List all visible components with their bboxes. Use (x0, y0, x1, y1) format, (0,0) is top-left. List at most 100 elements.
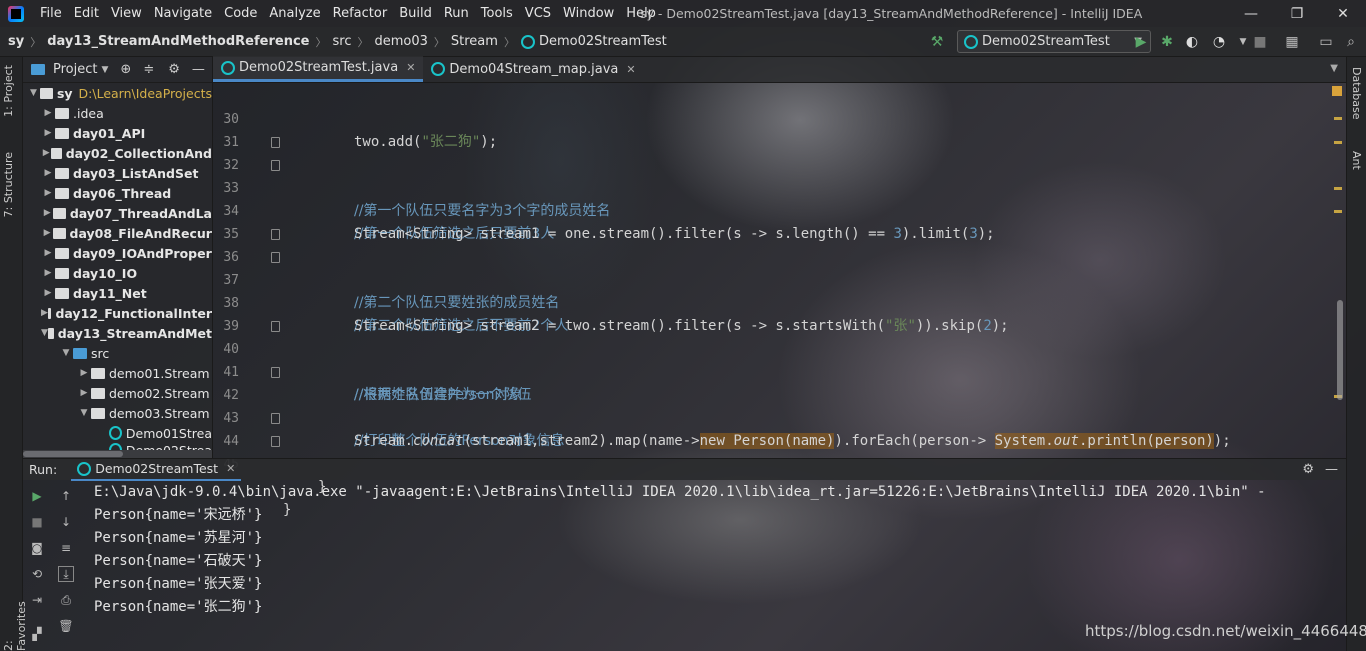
horizontal-scrollbar-thumb[interactable] (23, 451, 123, 457)
menu-run[interactable]: Run (438, 0, 475, 27)
menu-tools[interactable]: Tools (475, 0, 519, 27)
menu-view[interactable]: View (105, 0, 148, 27)
run-configuration-select[interactable]: Demo02StreamTest ▼ (957, 30, 1151, 53)
horizontal-scrollbar[interactable] (23, 450, 212, 458)
breadcrumb-src[interactable]: src (332, 34, 351, 49)
menu-code[interactable]: Code (218, 0, 263, 27)
tree-item[interactable]: ▶ day09_IOAndProper (23, 243, 212, 263)
chevron-down-icon[interactable]: ▼ (101, 65, 108, 75)
tree-item[interactable]: ▶ day07_ThreadAndLa (23, 203, 212, 223)
project-structure-icon[interactable]: ▦ (1283, 33, 1301, 51)
locate-icon[interactable]: ⊕ (120, 62, 131, 77)
collapse-all-icon[interactable]: ≑ (143, 62, 154, 77)
fold-marker-icon[interactable] (271, 436, 280, 447)
tree-item[interactable]: ▶ day06_Thread (23, 183, 212, 203)
tool-tab-project[interactable]: 1: Project (2, 65, 15, 117)
rerun-icon[interactable]: ▶ (29, 488, 45, 504)
search-icon[interactable]: ⌕ (1342, 33, 1360, 51)
restore-button[interactable]: ❐ (1274, 0, 1320, 27)
close-icon[interactable]: ✕ (406, 61, 415, 74)
menu-navigate[interactable]: Navigate (148, 0, 218, 27)
tree-item[interactable]: ▼ src (23, 343, 212, 363)
tree-item[interactable]: ▼ day13_StreamAndMet (23, 323, 212, 343)
error-stripe-mark[interactable] (1334, 187, 1342, 190)
print-icon[interactable]: ⎙ (58, 592, 74, 608)
tab-demo02streamtest[interactable]: Demo02StreamTest.java ✕ (213, 56, 424, 82)
up-arrow-icon[interactable]: ↑ (58, 488, 74, 504)
minimize-icon[interactable]: — (1325, 462, 1338, 477)
scroll-to-end-icon[interactable]: ⤓ (58, 566, 74, 582)
warning-indicator-icon[interactable] (1332, 86, 1342, 96)
menu-refactor[interactable]: Refactor (327, 0, 394, 27)
tool-tab-structure[interactable]: 7: Structure (2, 152, 15, 217)
run-icon[interactable]: ▶ (1132, 33, 1150, 51)
fold-marker-icon[interactable] (271, 367, 280, 378)
fold-marker-icon[interactable] (271, 321, 280, 332)
coverage-icon[interactable]: ◐ (1183, 33, 1201, 51)
tree-item[interactable]: Demo01Strea (23, 423, 212, 443)
menu-file[interactable]: File (34, 0, 68, 27)
close-button[interactable]: ✕ (1320, 0, 1366, 27)
tab-list-chevron-icon[interactable]: ▼ (1330, 63, 1338, 74)
error-stripe-mark[interactable] (1334, 141, 1342, 144)
error-stripe-mark[interactable] (1334, 117, 1342, 120)
tree-item[interactable]: ▶ demo01.Stream (23, 363, 212, 383)
stop-icon[interactable]: ■ (29, 514, 45, 530)
restore-layout-icon[interactable]: ⟲ (29, 566, 45, 582)
fold-marker-icon[interactable] (271, 229, 280, 240)
close-icon[interactable]: ✕ (226, 462, 235, 475)
tree-item[interactable]: ▶ day10_IO (23, 263, 212, 283)
stop-icon[interactable]: ■ (1251, 33, 1269, 51)
minimize-button[interactable]: — (1228, 0, 1274, 27)
minimize-icon[interactable]: — (192, 62, 205, 77)
tree-item[interactable]: ▶ day03_ListAndSet (23, 163, 212, 183)
project-panel-title[interactable]: Project (53, 62, 97, 77)
code-editor[interactable]: 30 two.add("张二狗"); 31 32 //第一个队伍只要名字为3个字… (213, 83, 1346, 518)
breadcrumb-subpackage[interactable]: Stream (451, 34, 498, 49)
tree-root[interactable]: ▼ sy D:\Learn\IdeaProjects (23, 83, 212, 103)
breadcrumb-module[interactable]: day13_StreamAndMethodReference (47, 34, 309, 49)
menu-build[interactable]: Build (393, 0, 438, 27)
fold-marker-icon[interactable] (271, 160, 280, 171)
fold-marker-icon[interactable] (271, 413, 280, 424)
breadcrumb-class[interactable]: Demo02StreamTest (539, 34, 667, 49)
project-panel: Project ▼ ⊕ ≑ ⚙ — ▼ sy D:\Learn\IdeaProj… (23, 57, 213, 458)
menu-edit[interactable]: Edit (68, 0, 105, 27)
tool-tab-ant[interactable]: Ant (1350, 151, 1363, 170)
run-tab[interactable]: Demo02StreamTest ✕ (71, 459, 242, 481)
tree-item[interactable]: ▶ demo02.Stream (23, 383, 212, 403)
down-arrow-icon[interactable]: ↓ (58, 514, 74, 530)
tree-item[interactable]: ▶ day12_FunctionalInter (23, 303, 212, 323)
editor-scrollbar-thumb[interactable] (1337, 300, 1343, 400)
fold-marker-icon[interactable] (271, 137, 280, 148)
chevron-down-icon[interactable]: ▼ (1234, 33, 1252, 51)
menu-vcs[interactable]: VCS (519, 0, 557, 27)
tree-item[interactable]: ▶ day02_CollectionAnd (23, 143, 212, 163)
error-stripe-mark[interactable] (1334, 210, 1342, 213)
close-icon[interactable]: ✕ (626, 63, 635, 76)
layout-icon[interactable]: ▞ (29, 626, 45, 642)
menu-analyze[interactable]: Analyze (263, 0, 326, 27)
breadcrumb-project[interactable]: sy (8, 34, 24, 49)
debug-icon[interactable]: ✱ (1158, 33, 1176, 51)
breadcrumb-package[interactable]: demo03 (374, 34, 427, 49)
code-line-39: 39 (213, 292, 1333, 334)
soft-wrap-icon[interactable]: ≡ (58, 540, 74, 556)
fold-marker-icon[interactable] (271, 252, 280, 263)
tree-item[interactable]: ▶ day01_API (23, 123, 212, 143)
trash-icon[interactable]: 🗑 (58, 618, 74, 634)
menu-window[interactable]: Window (557, 0, 620, 27)
tree-item[interactable]: ▶ .idea (23, 103, 212, 123)
tool-tab-database[interactable]: Database (1350, 67, 1363, 120)
camera-icon[interactable]: ◙ (29, 540, 45, 556)
tree-item[interactable]: ▶ day11_Net (23, 283, 212, 303)
tree-item[interactable]: ▼ demo03.Stream (23, 403, 212, 423)
profile-icon[interactable]: ◔ (1210, 33, 1228, 51)
tab-demo04stream-map[interactable]: Demo04Stream_map.java ✕ (423, 56, 643, 82)
gear-icon[interactable]: ⚙ (1302, 462, 1314, 477)
tree-item[interactable]: ▶ day08_FileAndRecur (23, 223, 212, 243)
gear-icon[interactable]: ⚙ (168, 62, 180, 77)
exit-icon[interactable]: ⇥ (29, 592, 45, 608)
build-hammer-icon[interactable]: ⚒ (928, 33, 946, 51)
terminal-icon[interactable]: ▭ (1317, 33, 1335, 51)
